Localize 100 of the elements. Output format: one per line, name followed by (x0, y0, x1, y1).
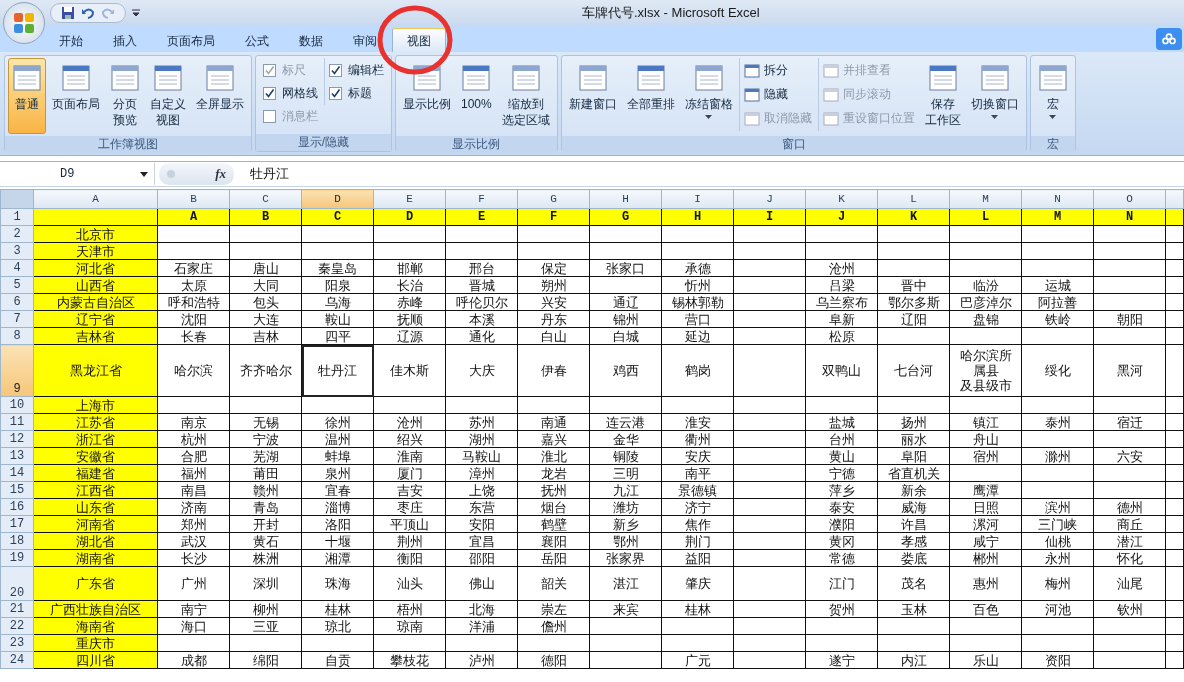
ribbon-button[interactable]: 缩放到 选定区域 (497, 58, 554, 134)
ribbon-tab[interactable]: 插入 (98, 28, 152, 52)
window-title: 车牌代号.xlsx - Microsoft Excel (582, 4, 760, 22)
window-icon (693, 63, 724, 93)
column-header[interactable]: C (229, 189, 302, 209)
table-cell: 绥化 (1021, 344, 1094, 397)
ribbon-button[interactable]: 保存 工作区 (920, 58, 965, 134)
column-header[interactable]: B (157, 189, 230, 209)
ribbon-checkbox[interactable]: 编辑栏 (329, 60, 384, 80)
ribbon-tab[interactable]: 视图 (392, 28, 446, 52)
table-cell: 哈尔滨 (157, 344, 230, 397)
table-cell: 七台河 (877, 344, 950, 397)
ribbon-button[interactable]: 100% (457, 58, 496, 134)
table-cell: 韶关 (517, 566, 590, 601)
window-icon (461, 63, 492, 93)
dot-icon (167, 170, 175, 178)
group-label: 窗口 (561, 136, 1026, 153)
window-icon (743, 63, 760, 78)
checkmark-icon (264, 64, 275, 76)
column-header[interactable]: K (805, 189, 878, 209)
column-header[interactable]: O (1093, 189, 1166, 209)
column-header[interactable]: M (949, 189, 1022, 209)
window-icon (743, 111, 760, 126)
office-button[interactable] (3, 2, 45, 44)
ribbon-tab[interactable]: 开始 (44, 28, 98, 52)
window-icon (822, 63, 839, 78)
ribbon-button[interactable]: 宏 (1033, 58, 1072, 134)
window-icon (822, 87, 839, 102)
ribbon-button[interactable]: 新建窗口 (564, 58, 621, 134)
table-cell: 黑河 (1093, 344, 1166, 397)
table-cell: 黑龙江省 (33, 344, 158, 397)
window-icon (61, 63, 91, 93)
window-icon (205, 63, 235, 93)
cloud-icon[interactable] (1156, 28, 1182, 50)
window-icon (577, 63, 608, 93)
ribbon-button[interactable]: 显示比例 (399, 58, 455, 134)
table-cell: 茂名 (877, 566, 950, 601)
save-icon[interactable] (61, 6, 75, 20)
column-header[interactable]: E (373, 189, 446, 209)
table-cell: 广东省 (33, 566, 158, 601)
checkmark-icon (330, 64, 341, 76)
group-label: 宏 (1030, 136, 1075, 153)
insert-function-button[interactable]: fx (215, 166, 226, 182)
ribbon-tab[interactable]: 数据 (284, 28, 338, 52)
column-header[interactable]: G (517, 189, 590, 209)
column-header[interactable]: N (1021, 189, 1094, 209)
ribbon-button[interactable]: 自定义 视图 (146, 58, 190, 134)
column-header[interactable]: I (661, 189, 734, 209)
office-logo (11, 10, 37, 36)
ribbon-checkbox[interactable]: 标题 (329, 83, 384, 103)
table-cell: 齐齐哈尔 (229, 344, 302, 397)
undo-icon[interactable] (81, 6, 95, 20)
table-cell: 珠海 (301, 566, 374, 601)
table-cell: 深圳 (229, 566, 302, 601)
ribbon-small-button[interactable]: 隐藏 (743, 84, 812, 105)
name-box[interactable]: D9 (0, 163, 155, 185)
column-header[interactable]: A (33, 189, 158, 209)
table-cell: 广州 (157, 566, 230, 601)
window-icon (822, 111, 839, 126)
ribbon-checkbox[interactable]: 网格线 (263, 83, 318, 103)
column-header[interactable]: L (877, 189, 950, 209)
group-label: 工作簿视图 (5, 136, 251, 153)
ribbon-tab[interactable]: 公式 (230, 28, 284, 52)
column-header[interactable]: J (733, 189, 806, 209)
table-cell: 江门 (805, 566, 878, 601)
table-cell: 佳木斯 (373, 344, 446, 397)
table-cell: 伊春 (517, 344, 590, 397)
window-icon (635, 63, 666, 93)
ribbon-button[interactable]: 分页 预览 (106, 58, 144, 134)
table-cell: 佛山 (445, 566, 518, 601)
ribbon-button[interactable]: 普通 (8, 58, 46, 134)
table-cell: 双鸭山 (805, 344, 878, 397)
ribbon-button[interactable]: 冻结窗格 (680, 58, 737, 134)
ribbon-small-button[interactable]: 拆分 (743, 60, 812, 81)
ribbon-button[interactable]: 全部重排 (622, 58, 679, 134)
row-header[interactable]: 9 (0, 344, 34, 397)
formula-field[interactable]: 牡丹江 (234, 165, 289, 183)
ribbon-button[interactable]: 全屏显示 (192, 58, 248, 134)
column-header[interactable]: H (589, 189, 662, 209)
checkmark-icon (264, 87, 275, 99)
window-icon (1037, 63, 1068, 93)
ribbon-tab[interactable]: 审阅 (338, 28, 392, 52)
table-cell: 惠州 (949, 566, 1022, 601)
row-header[interactable]: 20 (0, 566, 34, 601)
table-cell: 鸡西 (589, 344, 662, 397)
group-label: 显示比例 (396, 136, 557, 153)
window-icon (979, 63, 1010, 93)
ribbon-button[interactable]: 页面布局 (48, 58, 104, 134)
group-label: 显示/隐藏 (256, 134, 391, 151)
window-icon (927, 63, 958, 93)
table-cell: 汕尾 (1093, 566, 1166, 601)
customize-caret-icon[interactable] (132, 9, 140, 17)
ribbon-tab[interactable]: 页面布局 (152, 28, 230, 52)
column-header[interactable]: F (445, 189, 518, 209)
column-header[interactable]: D (301, 189, 374, 209)
table-cell: 大庆 (445, 344, 518, 397)
table-cell: 鹤岗 (661, 344, 734, 397)
checkmark-icon (330, 87, 341, 99)
ribbon-button[interactable]: 切换窗口 (966, 58, 1023, 134)
table-cell: 梅州 (1021, 566, 1094, 601)
